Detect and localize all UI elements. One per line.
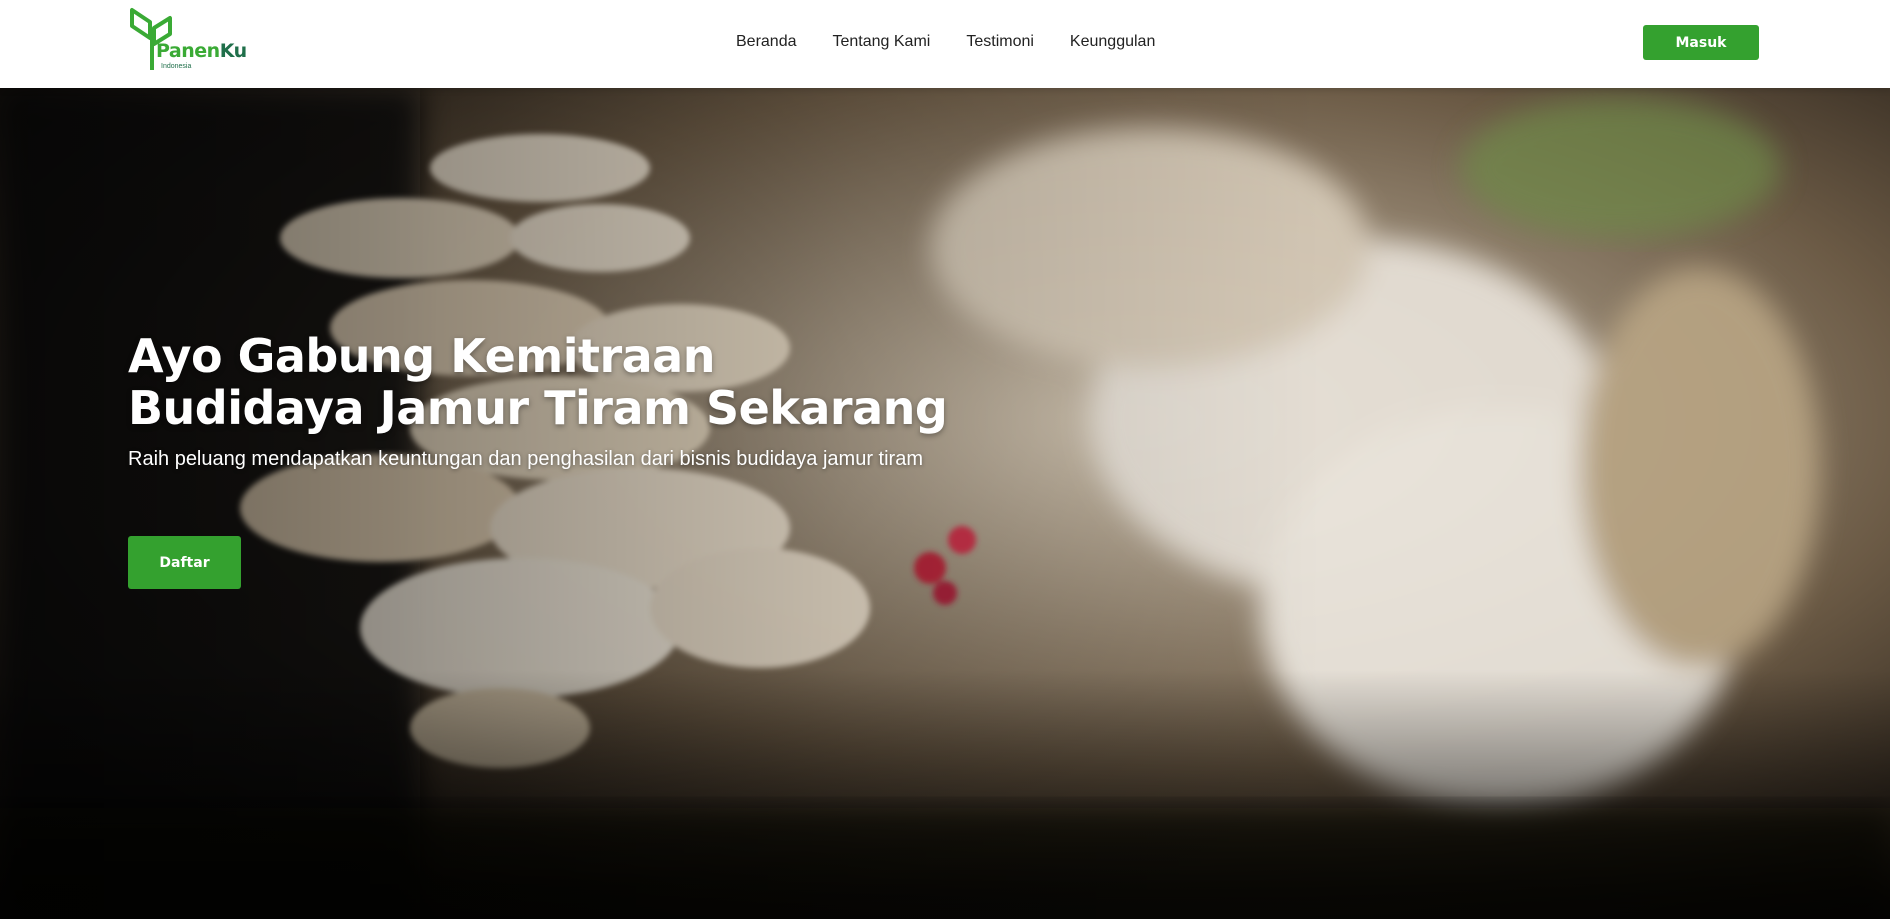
login-button[interactable]: Masuk (1643, 25, 1759, 60)
panenku-logo[interactable]: PanenKu Indonesia (128, 6, 248, 74)
logo-subtitle: Indonesia (161, 63, 192, 70)
logo-wordmark: PanenKu (156, 42, 247, 61)
hero-title-line-2: Budidaya Jamur Tiram Sekarang (128, 381, 948, 435)
hero-title-line-1: Ayo Gabung Kemitraan (128, 329, 715, 383)
nav-link-tentang-kami[interactable]: Tentang Kami (833, 32, 931, 52)
hero-section: Ayo Gabung Kemitraan Budidaya Jamur Tira… (0, 88, 1890, 919)
main-nav: Beranda Tentang Kami Testimoni Keunggula… (736, 32, 1191, 52)
hero-overlay (0, 88, 1890, 919)
logo-word-part2: Ku (219, 40, 247, 62)
top-navbar: PanenKu Indonesia Beranda Tentang Kami T… (0, 0, 1890, 88)
register-button[interactable]: Daftar (128, 536, 241, 589)
nav-link-keunggulan[interactable]: Keunggulan (1070, 32, 1155, 52)
nav-link-testimoni[interactable]: Testimoni (966, 32, 1034, 52)
logo-word-part1: Panen (156, 40, 220, 62)
hero-title: Ayo Gabung Kemitraan Budidaya Jamur Tira… (128, 330, 1108, 434)
hero-subtitle: Raih peluang mendapatkan keuntungan dan … (128, 448, 923, 470)
nav-link-beranda[interactable]: Beranda (736, 32, 797, 52)
